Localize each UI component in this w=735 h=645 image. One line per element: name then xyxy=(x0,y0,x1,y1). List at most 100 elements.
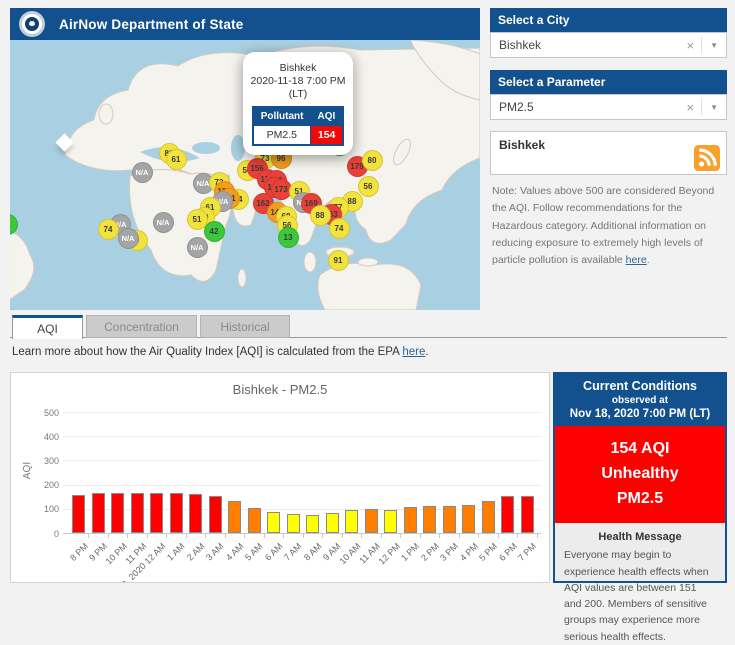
chart-x-tick xyxy=(322,534,323,538)
sidebar: Select a City Bishkek × ▼ Select a Param… xyxy=(490,8,727,353)
learn-more-text: Learn more about how the Air Quality Ind… xyxy=(12,346,429,358)
chart-x-label: 3 PM xyxy=(438,541,460,563)
chart-bar[interactable] xyxy=(111,493,124,533)
aqi-summary: 154 AQI Unhealthy PM2.5 xyxy=(555,426,725,523)
chart-bar[interactable] xyxy=(384,510,397,533)
map-popup: Bishkek 2020-11-18 7:00 PM (LT) Pollutan… xyxy=(243,52,353,155)
chart-bar[interactable] xyxy=(345,510,358,533)
parameter-clear-icon[interactable]: × xyxy=(679,100,701,115)
aqi-marker[interactable]: 74 xyxy=(329,218,350,239)
chart-x-tick xyxy=(439,534,440,538)
chart-y-tick: 0 xyxy=(33,529,59,539)
chart-bar[interactable] xyxy=(482,501,495,533)
chart-bar[interactable] xyxy=(72,495,85,533)
app-title: AirNow Department of State xyxy=(59,17,243,32)
chart-bar[interactable] xyxy=(150,493,163,533)
tab-bar: AQI Concentration Historical xyxy=(10,315,727,338)
aqi-value-line: 154 AQI xyxy=(555,437,725,462)
aqi-marker[interactable]: 88 xyxy=(310,205,331,226)
chart-bar[interactable] xyxy=(326,513,339,533)
chart-x-tick xyxy=(127,534,128,538)
learn-more-suffix: . xyxy=(425,346,428,358)
chart-bar[interactable] xyxy=(131,493,144,533)
chart-bar[interactable] xyxy=(170,493,183,533)
aqi-marker[interactable]: 42 xyxy=(204,221,225,242)
popup-lt: (LT) xyxy=(249,88,347,101)
chart-x-tick xyxy=(166,534,167,538)
chart-x-tick xyxy=(459,534,460,538)
chart-x-label: 2 PM xyxy=(419,541,441,563)
chart-y-tick: 100 xyxy=(33,504,59,514)
chart-bar[interactable] xyxy=(423,506,436,533)
note-suffix: . xyxy=(647,254,650,266)
popup-aqi-value: 154 xyxy=(311,126,344,146)
parameter-panel-header: Select a Parameter xyxy=(490,70,727,94)
learn-more-here-link[interactable]: here xyxy=(402,346,425,358)
rss-icon[interactable] xyxy=(694,145,720,171)
city-select[interactable]: Bishkek × ▼ xyxy=(490,32,727,58)
chart-bar[interactable] xyxy=(92,493,105,533)
chart-bar[interactable] xyxy=(462,505,475,533)
chart-x-label: 12 PM xyxy=(376,541,401,566)
chart-bar[interactable] xyxy=(365,509,378,533)
chart-bar[interactable] xyxy=(267,512,280,533)
aqi-marker[interactable]: N/A xyxy=(153,212,174,233)
city-caret-icon[interactable]: ▼ xyxy=(702,41,726,50)
aqi-marker[interactable]: 80 xyxy=(362,150,383,171)
aqi-marker[interactable]: 74 xyxy=(98,219,119,240)
chart-x-label: 6 AM xyxy=(263,541,285,563)
chart-x-label: 1 AM xyxy=(165,541,187,563)
parameter-select[interactable]: PM2.5 × ▼ xyxy=(490,94,727,120)
chart-x-tick xyxy=(400,534,401,538)
chart-gridline xyxy=(63,460,541,461)
city-clear-icon[interactable]: × xyxy=(679,38,701,53)
tab-concentration[interactable]: Concentration xyxy=(86,315,197,338)
observed-at-label: observed at xyxy=(557,395,723,406)
chart-x-tick xyxy=(303,534,304,538)
chart-bar[interactable] xyxy=(306,515,319,533)
chart-bar[interactable] xyxy=(287,514,300,533)
chart-x-tick xyxy=(381,534,382,538)
chart-bar[interactable] xyxy=(404,507,417,533)
note-body: Note: Values above 500 are considered Be… xyxy=(492,185,714,266)
aqi-pollutant: PM2.5 xyxy=(555,487,725,512)
chart-bar[interactable] xyxy=(501,496,514,533)
current-conditions-panel: Current Conditions observed at Nov 18, 2… xyxy=(553,372,727,583)
chart-x-tick xyxy=(283,534,284,538)
chart-bar[interactable] xyxy=(248,508,261,533)
tab-aqi[interactable]: AQI xyxy=(12,315,83,339)
popup-col-pollutant: Pollutant xyxy=(253,107,311,126)
world-map[interactable]: 8661N/A54N/A7212074101N/A61195142N/AN/A7… xyxy=(10,40,480,310)
aqi-marker[interactable]: N/A xyxy=(132,162,153,183)
parameter-caret-icon[interactable]: ▼ xyxy=(702,103,726,112)
chart-bar[interactable] xyxy=(443,506,456,533)
app-header: AirNow Department of State xyxy=(10,8,480,40)
chart-bar[interactable] xyxy=(521,496,534,533)
aqi-marker[interactable]: 91 xyxy=(328,250,349,271)
chart-x-label: 4 AM xyxy=(224,541,246,563)
chart-x-label: 1 PM xyxy=(399,541,421,563)
chart-bar[interactable] xyxy=(228,501,241,533)
chart-x-label: 7 PM xyxy=(516,541,538,563)
chart-x-label: 10 PM xyxy=(103,541,128,566)
aqi-marker[interactable]: N/A xyxy=(118,228,139,249)
chart-y-tick: 300 xyxy=(33,456,59,466)
aqi-category: Unhealthy xyxy=(555,462,725,487)
aqi-chart: Bishkek - PM2.5 AQI 01002003004005008 PM… xyxy=(10,372,550,583)
chart-y-tick: 400 xyxy=(33,432,59,442)
aqi-marker[interactable]: 13 xyxy=(278,227,299,248)
dept-of-state-seal-icon xyxy=(19,11,45,37)
chart-bar[interactable] xyxy=(189,494,202,533)
chart-gridline xyxy=(63,412,541,413)
aqi-marker[interactable]: 56 xyxy=(358,176,379,197)
note-here-link[interactable]: here xyxy=(626,254,647,266)
chart-x-tick xyxy=(478,534,479,538)
aqi-marker[interactable]: N/A xyxy=(187,237,208,258)
health-message-text: Everyone may begin to experience health … xyxy=(555,547,725,645)
learn-more-body: Learn more about how the Air Quality Ind… xyxy=(12,346,402,358)
chart-x-tick xyxy=(244,534,245,538)
popup-pollutant-value: PM2.5 xyxy=(253,126,311,146)
chart-bar[interactable] xyxy=(209,496,222,533)
aqi-marker[interactable]: 61 xyxy=(166,149,187,170)
tab-historical[interactable]: Historical xyxy=(200,315,290,338)
